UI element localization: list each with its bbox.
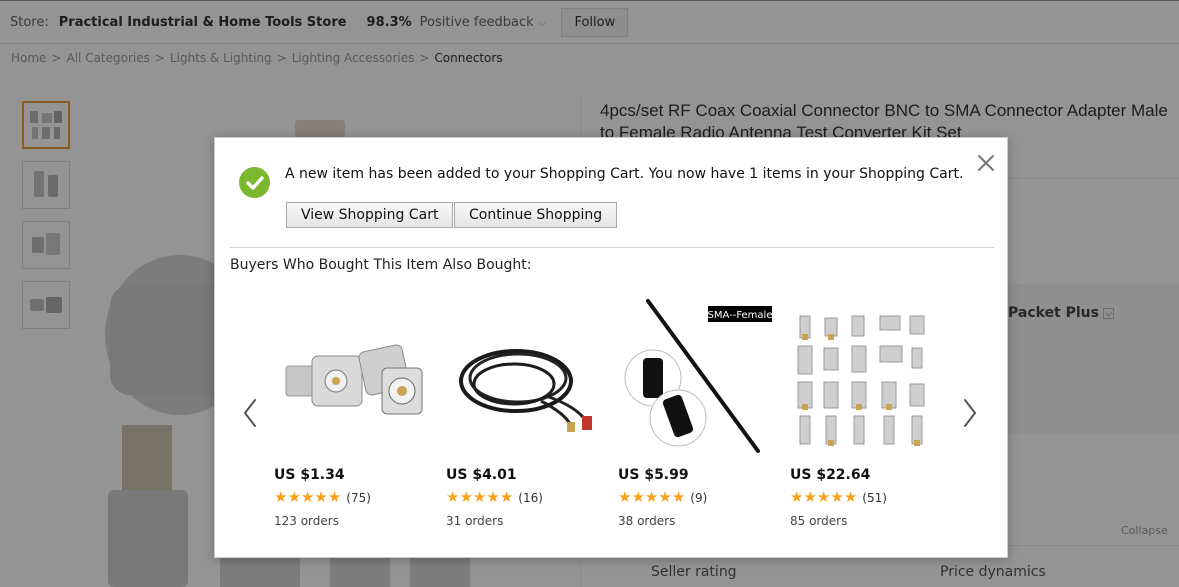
check-circle-icon (239, 167, 270, 198)
star-icon: ★ (644, 488, 659, 506)
star-icon: ★ (671, 488, 686, 506)
star-icon: ★ (459, 488, 473, 506)
review-count[interactable]: (9) (690, 491, 707, 505)
order-count: 85 orders (790, 514, 848, 528)
star-icon: ★ (790, 488, 804, 506)
view-shopping-cart-button[interactable]: View Shopping Cart (286, 202, 454, 228)
rating-stars: ★ ★ ★ ★ ★ (9) (618, 490, 707, 505)
star-icon: ★ (499, 488, 514, 506)
product-image-coax-cable (459, 349, 592, 432)
add-to-cart-dialog: A new item has been added to your Shoppi… (214, 137, 1008, 558)
close-icon[interactable] (975, 152, 997, 174)
star-icon: ★ (327, 488, 342, 506)
star-icon: ★ (300, 488, 315, 506)
also-bought-heading: Buyers Who Bought This Item Also Bought: (230, 257, 532, 273)
product-image-connector-kit (797, 315, 925, 446)
star-icon: ★ (314, 488, 328, 506)
recommended-product-card[interactable]: US $1.34 ★ ★ ★ ★ ★ (75) 123 orders (274, 296, 434, 536)
review-count[interactable]: (16) (518, 491, 543, 505)
chevron-right-icon[interactable] (960, 396, 980, 430)
order-count: 123 orders (274, 514, 339, 528)
star-icon: ★ (446, 488, 460, 506)
order-count: 38 orders (618, 514, 676, 528)
star-icon: ★ (658, 488, 672, 506)
star-icon: ★ (618, 488, 632, 506)
product-image-connector-adapters (285, 344, 423, 415)
product-price: US $22.64 (790, 467, 871, 483)
image-tag-label: SMA--Female (708, 310, 773, 321)
dialog-divider (230, 247, 994, 248)
review-count[interactable]: (51) (862, 491, 887, 505)
star-icon: ★ (803, 488, 817, 506)
cart-added-message: A new item has been added to your Shoppi… (285, 166, 964, 182)
product-price: US $1.34 (274, 467, 345, 483)
chevron-left-icon[interactable] (240, 396, 260, 430)
star-icon: ★ (472, 488, 487, 506)
star-icon: ★ (830, 488, 844, 506)
recommended-product-card[interactable]: SMA--Female US $5.99 ★ ★ ★ ★ ★ (9) 38 orders (618, 296, 778, 536)
continue-shopping-button[interactable]: Continue Shopping (454, 202, 618, 228)
star-icon: ★ (274, 488, 288, 506)
recommended-product-card[interactable]: US $4.01 ★ ★ ★ ★ ★ (16) 31 orders (446, 296, 606, 536)
star-icon: ★ (486, 488, 500, 506)
product-price: US $4.01 (446, 467, 517, 483)
star-icon: ★ (816, 488, 831, 506)
order-count: 31 orders (446, 514, 504, 528)
rating-stars: ★ ★ ★ ★ ★ (16) (446, 490, 543, 505)
product-price: US $5.99 (618, 467, 689, 483)
star-icon: ★ (287, 488, 301, 506)
rating-stars: ★ ★ ★ ★ ★ (51) (790, 490, 887, 505)
review-count[interactable]: (75) (346, 491, 371, 505)
rating-stars: ★ ★ ★ ★ ★ (75) (274, 490, 371, 505)
star-icon: ★ (631, 488, 645, 506)
product-image-antenna: SMA--Female (624, 299, 773, 453)
star-icon: ★ (843, 488, 858, 506)
recommended-product-card[interactable]: US $22.64 ★ ★ ★ ★ ★ (51) 85 orders (790, 296, 950, 536)
